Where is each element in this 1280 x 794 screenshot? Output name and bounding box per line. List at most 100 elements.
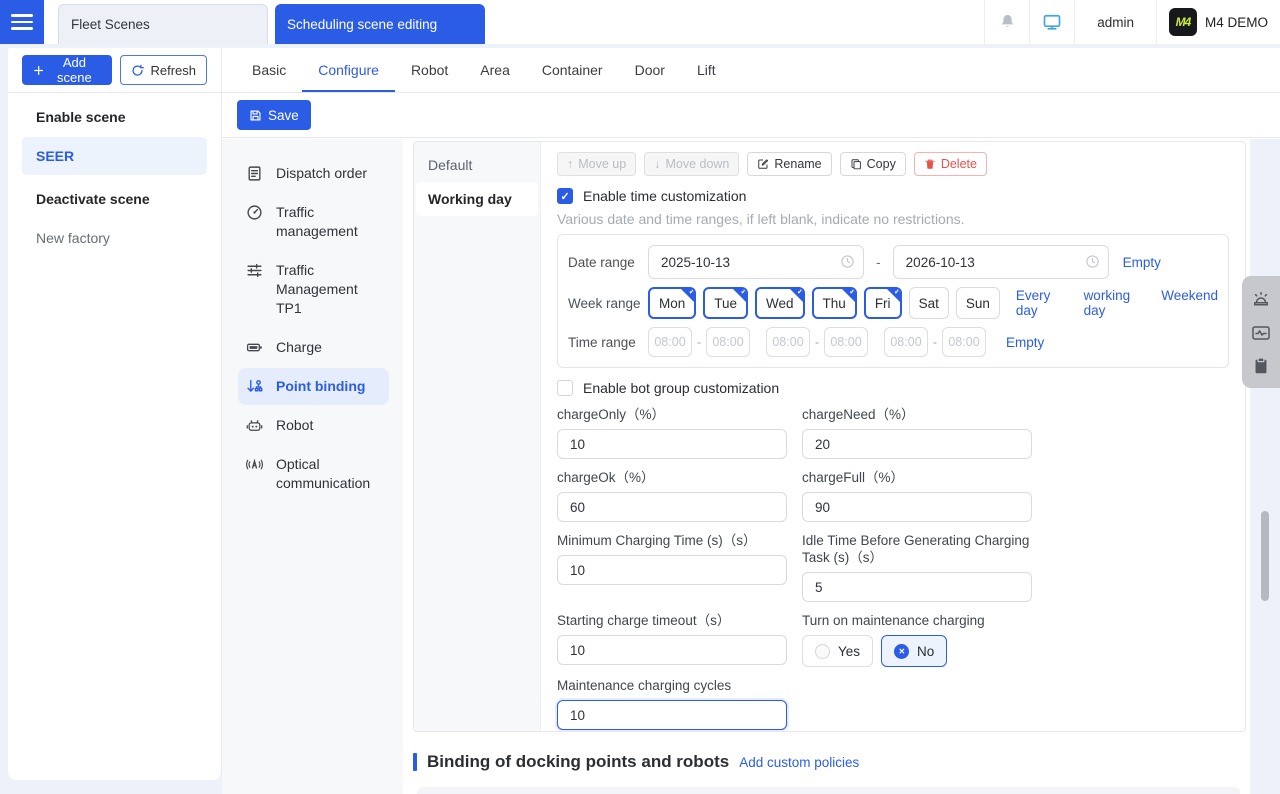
window-tab-fleet-scenes[interactable]: Fleet Scenes xyxy=(58,4,268,44)
week-day-group: Mon Tue Wed Thu Fri Sat Sun xyxy=(648,287,1000,319)
scrollbar-thumb[interactable] xyxy=(1261,511,1269,601)
scene-group-title-enable: Enable scene xyxy=(8,93,221,125)
min-charging-time-input[interactable] xyxy=(557,555,787,585)
window-tab-label: Scheduling scene editing xyxy=(287,17,437,32)
time-empty-link[interactable]: Empty xyxy=(1006,335,1044,350)
weekday-thu[interactable]: Thu xyxy=(812,287,857,319)
maintenance-charging-yes[interactable]: Yes xyxy=(802,635,873,667)
add-scene-button[interactable]: Add scene xyxy=(22,55,112,85)
weekend-link[interactable]: Weekend xyxy=(1161,288,1218,318)
enable-bot-group-row: Enable bot group customization xyxy=(557,380,1229,396)
day-type-default[interactable]: Default xyxy=(414,148,540,182)
delete-button[interactable]: Delete xyxy=(914,152,987,176)
config-nav-charge[interactable]: Charge xyxy=(238,329,389,366)
time-end-input-3[interactable] xyxy=(942,327,986,357)
date-empty-link[interactable]: Empty xyxy=(1123,255,1161,270)
move-down-label: Move down xyxy=(665,157,729,171)
config-nav-label: Traffic management xyxy=(276,203,381,241)
time-start-input-3[interactable] xyxy=(884,327,928,357)
rename-button[interactable]: Rename xyxy=(747,152,831,176)
config-nav-robot[interactable]: Robot xyxy=(238,407,389,444)
weekday-sun[interactable]: Sun xyxy=(956,287,1000,319)
save-button[interactable]: Save xyxy=(237,100,311,130)
alarm-icon[interactable] xyxy=(1250,288,1272,310)
config-nav-point-binding[interactable]: Point binding xyxy=(238,368,389,405)
date-end-wrapper xyxy=(893,245,1109,279)
floating-toolbar xyxy=(1242,276,1280,388)
copy-button[interactable]: Copy xyxy=(840,152,906,176)
config-nav-optical-communication[interactable]: Optical communication xyxy=(238,446,389,502)
time-start-input-1[interactable] xyxy=(648,327,692,357)
scene-item-seer[interactable]: SEER xyxy=(22,137,207,175)
monitor-pulse-icon[interactable] xyxy=(1250,322,1272,344)
scene-item-new-factory[interactable]: New factory xyxy=(22,219,207,257)
radio-off-icon xyxy=(815,644,830,659)
tab-robot[interactable]: Robot xyxy=(395,48,464,92)
scene-group-title-deactivate: Deactivate scene xyxy=(8,175,221,207)
working-day-link[interactable]: working day xyxy=(1084,288,1144,318)
charge-ok-input[interactable] xyxy=(557,492,787,522)
min-charging-time-field: Minimum Charging Time (s)（s） xyxy=(557,532,787,585)
config-nav-traffic-management-tp1[interactable]: Traffic Management TP1 xyxy=(238,252,389,327)
add-custom-policies-link[interactable]: Add custom policies xyxy=(739,755,859,770)
day-type-list: Default Working day xyxy=(414,142,541,731)
maintenance-cycles-input[interactable] xyxy=(557,700,787,730)
charge-full-label: chargeFull（%） xyxy=(802,469,1032,486)
monitor-icon xyxy=(1042,12,1062,32)
robot-icon xyxy=(246,417,263,434)
working-day-form: ↑ Move up ↓ Move down Rename xyxy=(541,142,1245,731)
date-range-label: Date range xyxy=(568,255,648,270)
weekday-fri[interactable]: Fri xyxy=(864,287,902,319)
weekday-tue[interactable]: Tue xyxy=(703,287,748,319)
brand-area[interactable]: M4 M4 DEMO xyxy=(1156,0,1280,44)
scene-buttons-row: Add scene Refresh xyxy=(8,48,221,93)
charge-full-input[interactable] xyxy=(802,492,1032,522)
tab-basic[interactable]: Basic xyxy=(236,48,302,92)
time-end-input-2[interactable] xyxy=(824,327,868,357)
charge-need-input[interactable] xyxy=(802,429,1032,459)
maintenance-cycles-label: Maintenance charging cycles xyxy=(557,677,787,694)
date-start-input[interactable] xyxy=(648,245,864,279)
config-nav-dispatch-order[interactable]: Dispatch order xyxy=(238,155,389,192)
maintenance-charging-no[interactable]: No xyxy=(881,635,947,667)
window-tab-scheduling-scene-editing[interactable]: Scheduling scene editing xyxy=(275,4,485,44)
brand-name: M4 DEMO xyxy=(1205,15,1268,30)
move-down-button[interactable]: ↓ Move down xyxy=(644,152,739,176)
tab-area[interactable]: Area xyxy=(464,48,526,92)
monitor-view-button[interactable] xyxy=(1029,0,1074,44)
weekday-sat[interactable]: Sat xyxy=(909,287,949,319)
user-menu[interactable]: admin xyxy=(1074,0,1156,44)
field-row-4: Starting charge timeout（s） Turn on maint… xyxy=(557,612,1229,667)
charge-only-input[interactable] xyxy=(557,429,787,459)
move-up-button[interactable]: ↑ Move up xyxy=(557,152,636,176)
tab-lift[interactable]: Lift xyxy=(681,48,732,92)
day-type-working-day[interactable]: Working day xyxy=(416,182,538,216)
hamburger-menu-button[interactable] xyxy=(0,0,44,44)
notifications-button[interactable] xyxy=(984,0,1029,44)
scrollbar-track[interactable] xyxy=(1250,139,1280,794)
idle-time-input[interactable] xyxy=(802,572,1032,602)
weekday-label: Sat xyxy=(919,296,939,311)
tab-configure[interactable]: Configure xyxy=(302,48,395,92)
every-day-link[interactable]: Every day xyxy=(1016,288,1066,318)
tab-container[interactable]: Container xyxy=(526,48,619,92)
enable-bot-group-checkbox[interactable] xyxy=(557,380,573,396)
selected-check-icon xyxy=(886,288,901,303)
time-end-input-1[interactable] xyxy=(706,327,750,357)
config-nav-traffic-management[interactable]: Traffic management xyxy=(238,194,389,250)
point-binding-panel: Default Working day ↑ Move up ↓ Move dow… xyxy=(413,141,1246,732)
tab-door[interactable]: Door xyxy=(619,48,681,92)
selected-check-icon xyxy=(732,288,747,303)
starting-timeout-input[interactable] xyxy=(557,635,787,665)
clipboard-icon[interactable] xyxy=(1251,356,1271,376)
starting-timeout-field: Starting charge timeout（s） xyxy=(557,612,787,665)
time-pair-1: - xyxy=(648,327,750,357)
optical-communication-icon xyxy=(246,456,263,473)
weekday-mon[interactable]: Mon xyxy=(648,287,696,319)
date-end-input[interactable] xyxy=(893,245,1109,279)
enable-time-customization-checkbox[interactable] xyxy=(557,188,573,204)
time-start-input-2[interactable] xyxy=(766,327,810,357)
config-nav-label: Optical communication xyxy=(276,455,381,493)
refresh-button[interactable]: Refresh xyxy=(120,55,207,85)
weekday-wed[interactable]: Wed xyxy=(755,287,805,319)
